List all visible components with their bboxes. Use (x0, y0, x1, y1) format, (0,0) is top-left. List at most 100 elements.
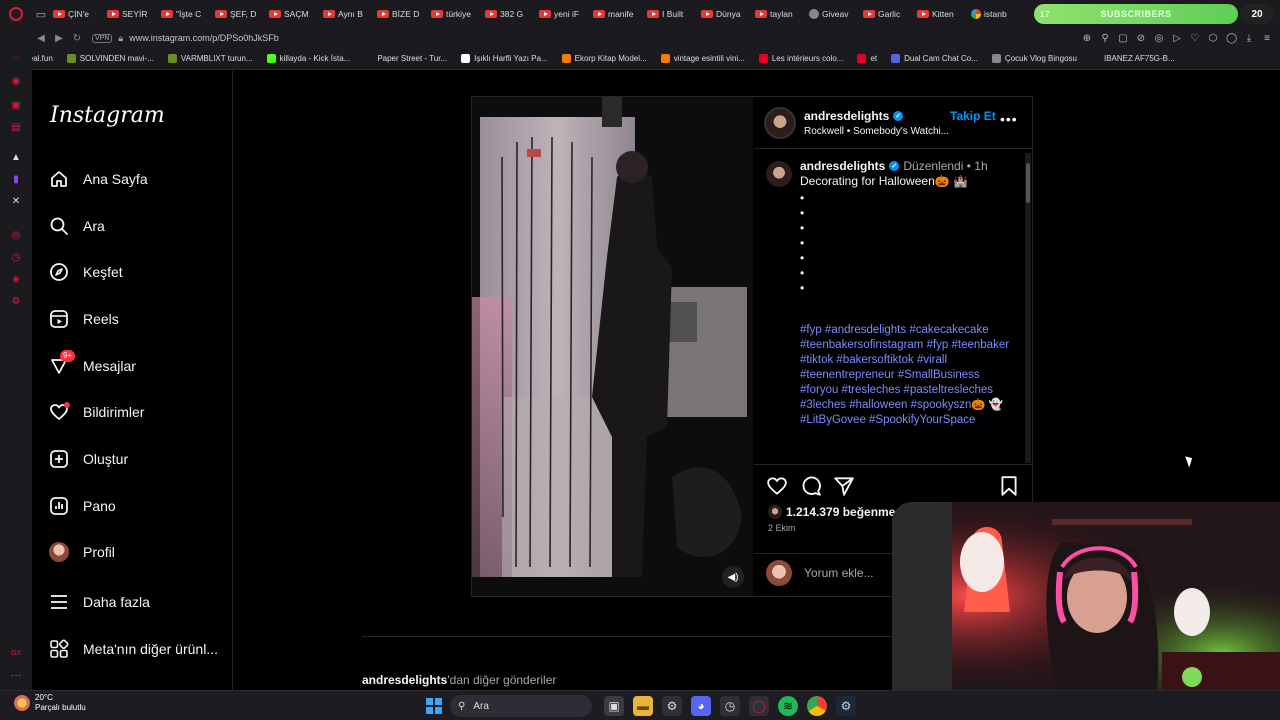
opera-gx-icon[interactable]: ◯ (749, 696, 769, 716)
bookmark-item[interactable]: et (857, 54, 877, 63)
browser-tab[interactable]: SEYİR (104, 3, 158, 25)
caption-scrollbar[interactable] (1025, 153, 1031, 463)
taskbar-search[interactable]: ⚲ Ara (450, 695, 592, 717)
browser-tab[interactable]: ÇİN'e (50, 3, 104, 25)
bookmark-item[interactable]: Işıklı Harfli Yazı Pa... (461, 54, 548, 63)
author-avatar[interactable] (764, 107, 796, 139)
nav-dashboard[interactable]: Pano (49, 491, 116, 521)
post-video[interactable]: ◀︎) (472, 97, 753, 596)
browser-tab[interactable]: manife (590, 3, 644, 25)
audio-track[interactable]: Rockwell • Somebody's Watchi... (804, 126, 949, 137)
sidebar-chat-icon[interactable]: ▣ (10, 100, 22, 112)
spotify-icon[interactable]: ≋ (778, 696, 798, 716)
nav-profile[interactable]: Profil (49, 537, 115, 567)
back-icon[interactable]: ◀ (32, 28, 50, 48)
browser-tab[interactable]: türkiye (428, 3, 482, 25)
reload-icon[interactable]: ↻ (68, 28, 86, 48)
play-icon[interactable]: ▷ (1172, 33, 1182, 44)
steam-icon[interactable]: ⚙︎ (836, 696, 856, 716)
camera-icon[interactable]: ◎ (1154, 33, 1164, 44)
bookmark-item[interactable]: vintage esintili vini... (660, 54, 745, 63)
bookmark-item[interactable]: SOLVINDEN mavi-... (66, 54, 154, 63)
browser-tab[interactable]: Garlic (860, 3, 914, 25)
browser-tab[interactable]: ŞEF, D (212, 3, 266, 25)
instagram-logo[interactable]: Instagram (50, 103, 165, 128)
bookmark-item[interactable]: IBANEZ AF75G-B... (1090, 54, 1175, 63)
follow-button[interactable]: Takip Et (950, 109, 996, 123)
weather-widget[interactable]: 20°C Parçalı bulutlu (14, 693, 86, 713)
vpn-badge[interactable]: VPN (92, 33, 113, 43)
sidebar-player-icon[interactable]: ◎ (10, 230, 22, 242)
file-explorer-icon[interactable]: ▬ (633, 696, 653, 716)
save-icon[interactable] (998, 475, 1020, 497)
browser-tab[interactable]: yeni iF (536, 3, 590, 25)
bookmark-item[interactable]: Les intérieurs colo... (758, 54, 843, 63)
browser-tab[interactable]: Giveav (806, 3, 860, 25)
nav-create[interactable]: Oluştur (49, 444, 128, 474)
clock-icon[interactable]: ◷ (720, 696, 740, 716)
extensions-icon[interactable]: ⬡ (1208, 33, 1218, 44)
sidebar-gx-icon[interactable]: GX (10, 648, 22, 660)
more-options-icon[interactable]: ••• (1000, 111, 1018, 127)
browser-tab[interactable]: SAÇM (266, 3, 320, 25)
browser-tab[interactable]: I Built (644, 3, 698, 25)
url-field[interactable]: www.instagram.com/p/DPSo0hJkSFb (129, 33, 279, 43)
browser-tab[interactable]: Kitten (914, 3, 968, 25)
heart-bookmark-icon[interactable]: ♡ (1190, 33, 1200, 44)
author-username[interactable]: andresdelights (804, 109, 889, 123)
discord-icon[interactable]: ◕ (691, 696, 711, 716)
browser-tab[interactable]: 382 G (482, 3, 536, 25)
mute-icon[interactable]: ◀︎) (722, 566, 744, 588)
nav-more[interactable]: Daha fazla (49, 587, 150, 617)
sidebar-pinboard-icon[interactable]: ◈ (10, 274, 22, 286)
browser-tab[interactable]: BİZE D (374, 3, 428, 25)
sidebar-search-icon[interactable]: ◌ (10, 53, 22, 65)
nav-reels[interactable]: Reels (49, 304, 119, 334)
sidebar-settings-icon[interactable]: ⚙︎ (10, 296, 22, 308)
nav-messages[interactable]: 9+ Mesajlar (49, 350, 136, 381)
chrome-icon[interactable] (807, 696, 827, 716)
lock-icon[interactable]: 🔒︎ (118, 33, 123, 44)
sidebar-x-icon[interactable]: ✕ (10, 196, 22, 208)
tab-menu-icon[interactable]: ▭ (32, 0, 50, 28)
likes-row[interactable]: 1.214.379 beğenme (768, 505, 895, 519)
like-icon[interactable] (766, 475, 788, 497)
bookmark-item[interactable]: Paper Street - Tur... (364, 54, 447, 63)
caption-username[interactable]: andresdelights (800, 159, 885, 173)
bookmark-item[interactable]: Çocuk Vlog Bingosu (991, 54, 1077, 63)
browser-tab[interactable]: Aynı B (320, 3, 374, 25)
more-posts-user[interactable]: andresdelights (362, 673, 447, 687)
comment-input[interactable]: Yorum ekle... (804, 566, 874, 580)
author-name-row[interactable]: andresdelights ✓ (804, 109, 904, 123)
nav-search[interactable]: Ara (49, 211, 105, 241)
sidebar-messenger-icon[interactable]: ◉ (10, 76, 22, 88)
sidebar-more-icon[interactable]: ··· (10, 670, 22, 682)
sidebar-music-icon[interactable]: ▤ (10, 122, 22, 134)
nav-notifications[interactable]: Bildirimler (49, 397, 144, 427)
sidebar-twitch-icon[interactable]: ▮ (10, 174, 22, 186)
windows-start-icon[interactable] (426, 698, 442, 714)
browser-tab[interactable]: taylan (752, 3, 806, 25)
share-icon[interactable] (833, 475, 855, 497)
zoom-icon[interactable]: ⊕ (1082, 33, 1092, 44)
nav-meta-apps[interactable]: Meta'nın diğer ürünl... (49, 634, 218, 664)
caption-avatar[interactable] (766, 161, 792, 187)
browser-tab[interactable]: istanb (968, 3, 1022, 25)
nav-home[interactable]: Ana Sayfa (49, 164, 148, 194)
settings-icon[interactable]: ⚙︎ (662, 696, 682, 716)
bookmark-item[interactable]: Ekorp Kitap Model... (561, 54, 647, 63)
bookmark-item[interactable]: killayda - Kick İsta... (266, 54, 350, 63)
likes-count[interactable]: 1.214.379 beğenme (786, 505, 895, 519)
profile-icon[interactable]: ◯ (1226, 33, 1237, 44)
menu-icon[interactable]: ≡ (1262, 33, 1272, 44)
nav-explore[interactable]: Keşfet (49, 257, 123, 287)
sidebar-history-icon[interactable]: ◷ (10, 252, 22, 264)
bookmark-item[interactable]: VARMBLIXT turun... (167, 54, 253, 63)
adblock-icon[interactable]: ⊘ (1136, 33, 1146, 44)
snapshot-icon[interactable]: ▢ (1118, 33, 1128, 44)
forward-icon[interactable]: ▶ (50, 28, 68, 48)
sidebar-ai-icon[interactable]: ▲ (10, 152, 22, 164)
browser-tab[interactable]: "İşte C (158, 3, 212, 25)
download-icon[interactable]: ⤓ (1244, 33, 1254, 44)
opera-logo-icon[interactable] (0, 0, 32, 28)
